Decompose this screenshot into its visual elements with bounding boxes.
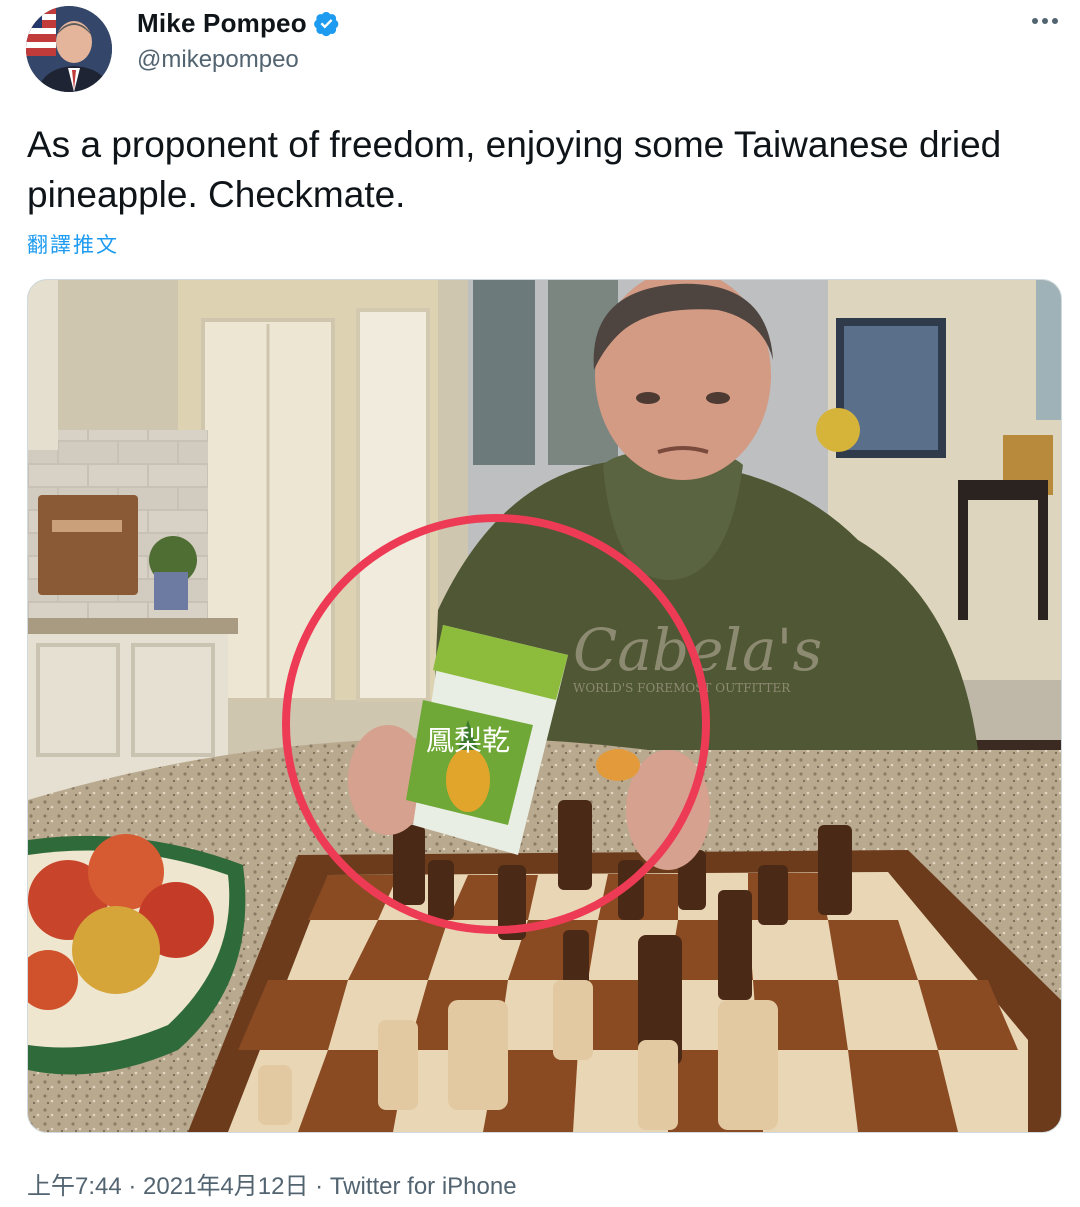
tweet-photo[interactable]: Cabela's WORLD'S FOREMOST OUTFITTER 鳳梨乾 [27,279,1062,1133]
more-dots-icon[interactable] [1030,6,1060,36]
tweet-time[interactable]: 上午7:44 [27,1173,122,1200]
meta-separator: · [308,1173,330,1200]
tweet-date[interactable]: 2021年4月12日 [143,1173,308,1200]
photo-illustration: Cabela's WORLD'S FOREMOST OUTFITTER 鳳梨乾 [28,280,1061,1132]
author-name[interactable]: Mike Pompeo [137,8,307,39]
sweatshirt-logo-subtext: WORLD'S FOREMOST OUTFITTER [573,681,791,695]
package-label-text: 鳳梨乾 [426,724,510,757]
meta-separator: · [121,1173,144,1200]
verified-badge-icon [313,11,339,37]
tweet-text: As a proponent of freedom, enjoying some… [27,124,1002,215]
tweet-meta: 上午7:44 · 2021年4月12日 · Twitter for iPhone [27,1166,517,1201]
avatar[interactable] [26,6,112,92]
author-handle[interactable]: @mikepompeo [137,46,299,74]
tweet-header: Mike Pompeo @mikepompeo [0,0,1080,110]
translate-tweet-link[interactable]: 翻譯推文 [27,229,119,259]
tweet-source[interactable]: Twitter for iPhone [330,1173,517,1200]
